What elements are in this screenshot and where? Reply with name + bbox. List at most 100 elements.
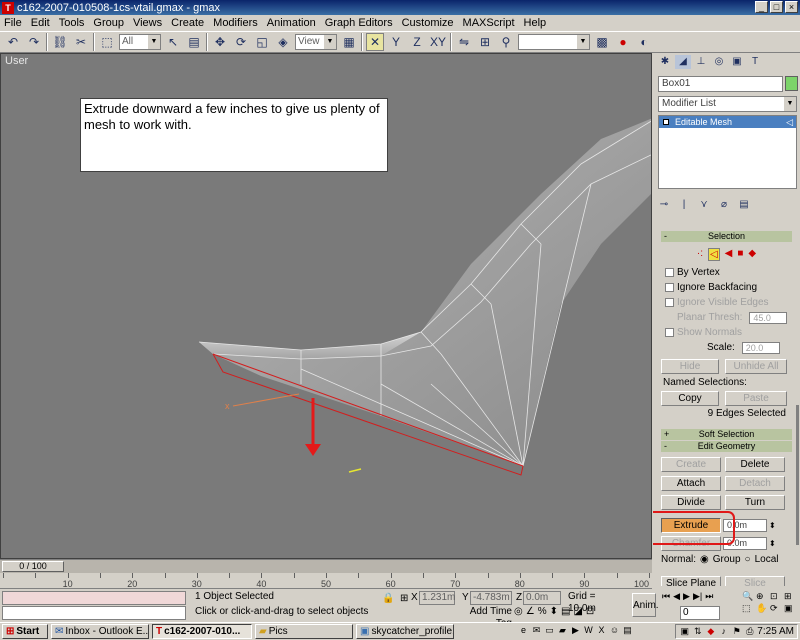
minimize-button[interactable]: _ bbox=[755, 1, 768, 13]
percent-snap-icon[interactable]: % bbox=[538, 606, 547, 617]
configure-sets-icon[interactable]: ▤ bbox=[736, 198, 752, 212]
undo-icon[interactable]: ↶ bbox=[4, 33, 22, 51]
tray-antivirus-icon[interactable]: ◆ bbox=[705, 626, 716, 637]
absolute-mode-icon[interactable]: ⊞ bbox=[400, 593, 408, 604]
time-slider-thumb[interactable]: 0 / 100 bbox=[2, 561, 64, 572]
arc-rotate-icon[interactable]: ⟳ bbox=[770, 603, 783, 614]
paste-button[interactable]: Paste bbox=[725, 391, 787, 406]
select-by-name-icon[interactable]: ▤ bbox=[185, 33, 203, 51]
mirror-icon[interactable]: ⇋ bbox=[455, 33, 473, 51]
ie-icon[interactable]: e bbox=[518, 625, 529, 636]
quick-render-icon[interactable]: ◐ bbox=[635, 33, 653, 51]
polygon-level-icon[interactable]: ■ bbox=[737, 248, 743, 261]
select-object-icon[interactable]: ↖ bbox=[164, 33, 182, 51]
desktop-icon[interactable]: ▭ bbox=[544, 625, 555, 636]
maxscript-mini-listener[interactable] bbox=[2, 606, 186, 620]
move-icon[interactable]: ✥ bbox=[211, 33, 229, 51]
media-icon[interactable]: ▶ bbox=[570, 625, 581, 636]
region-zoom-icon[interactable]: ⬚ bbox=[742, 603, 755, 614]
modify-tab-icon[interactable]: ◢ bbox=[675, 55, 691, 69]
maxscript-listener[interactable] bbox=[2, 591, 186, 605]
explorer-icon[interactable]: ▰ bbox=[557, 625, 568, 636]
rotate-icon[interactable]: ⟳ bbox=[232, 33, 250, 51]
angle-snap-icon[interactable]: ∠ bbox=[526, 606, 535, 617]
selection-lock-icon[interactable]: ◪ bbox=[573, 606, 582, 617]
task-pics[interactable]: ▰ Pics bbox=[255, 624, 353, 639]
current-frame-field[interactable]: 0 bbox=[680, 606, 720, 620]
axis-z-icon[interactable]: Z bbox=[408, 33, 426, 51]
named-selection-dropdown[interactable] bbox=[518, 34, 590, 50]
object-name-field[interactable]: Box01 bbox=[658, 76, 783, 92]
group-radio[interactable]: ◉ bbox=[700, 554, 709, 565]
make-unique-icon[interactable]: ⋎ bbox=[696, 198, 712, 212]
maximize-button[interactable]: □ bbox=[770, 1, 783, 13]
clock[interactable]: 7:25 AM bbox=[757, 626, 794, 637]
snap-icon[interactable]: ⚲ bbox=[497, 33, 515, 51]
create-tab-icon[interactable]: ✱ bbox=[657, 55, 673, 69]
menu-graph-editors[interactable]: Graph Editors bbox=[325, 17, 393, 29]
tray-volume-icon[interactable]: ♪ bbox=[718, 626, 729, 637]
material-editor-icon[interactable]: ▩ bbox=[593, 33, 611, 51]
next-frame-icon[interactable]: ▶| bbox=[693, 591, 702, 602]
pivot-center-icon[interactable]: ▦ bbox=[340, 33, 358, 51]
menu-help[interactable]: Help bbox=[524, 17, 547, 29]
edge-level-icon[interactable]: ◁ bbox=[707, 248, 720, 261]
menu-tools[interactable]: Tools bbox=[59, 17, 85, 29]
axis-xy-constraint-icon[interactable]: ✕ bbox=[366, 33, 384, 51]
link-icon[interactable]: ⛓ bbox=[51, 33, 69, 51]
zoom-all-icon[interactable]: ⊕ bbox=[756, 591, 769, 602]
animate-button[interactable]: Anim. bbox=[632, 593, 659, 617]
utilities-tab-icon[interactable]: T bbox=[747, 55, 763, 69]
add-time-tag[interactable]: Add Time Tag bbox=[450, 606, 512, 629]
planar-thresh-spinner[interactable]: 45.0 bbox=[749, 311, 788, 324]
ignore-visible-edges-checkbox[interactable]: Ignore Visible Edges bbox=[665, 295, 800, 310]
render-icon[interactable]: ● bbox=[614, 33, 632, 51]
task-outlook[interactable]: ✉ Inbox - Outlook E... bbox=[51, 624, 149, 639]
spinner-arrows-icon[interactable]: ⬍ bbox=[769, 521, 776, 530]
divide-button[interactable]: Divide bbox=[661, 495, 721, 510]
coord-system-dropdown[interactable]: View bbox=[295, 34, 337, 50]
axis-xy-icon[interactable]: XY bbox=[429, 33, 447, 51]
go-to-end-icon[interactable]: ⏭ bbox=[705, 591, 713, 602]
detach-button[interactable]: Detach bbox=[725, 476, 785, 491]
attach-button[interactable]: Attach bbox=[661, 476, 721, 491]
align-icon[interactable]: ⊞ bbox=[476, 33, 494, 51]
copy-button[interactable]: Copy bbox=[661, 391, 719, 406]
vertex-level-icon[interactable]: ·: bbox=[697, 248, 703, 261]
play-icon[interactable]: ▶ bbox=[683, 591, 690, 602]
spinner-snap-icon[interactable]: ⬍ bbox=[550, 606, 558, 617]
tray-network-icon[interactable]: ⇅ bbox=[692, 626, 703, 637]
snap-toggle-icon[interactable]: ◎ bbox=[514, 606, 523, 617]
spinner-arrows-icon[interactable]: ⬍ bbox=[769, 539, 776, 548]
menu-modifiers[interactable]: Modifiers bbox=[213, 17, 258, 29]
unhide-all-button[interactable]: Unhide All bbox=[725, 359, 787, 374]
menu-views[interactable]: Views bbox=[133, 17, 162, 29]
menu-file[interactable]: File bbox=[4, 17, 22, 29]
pin-stack-icon[interactable]: ⊸ bbox=[656, 198, 672, 212]
show-end-result-icon[interactable]: | bbox=[676, 198, 692, 212]
local-radio[interactable]: ○ bbox=[745, 554, 751, 565]
zoom-extents-icon[interactable]: ⊡ bbox=[770, 591, 783, 602]
x-coord-field[interactable]: 1.231m bbox=[419, 591, 455, 605]
remove-modifier-icon[interactable]: ⌀ bbox=[716, 198, 732, 212]
menu-create[interactable]: Create bbox=[171, 17, 204, 29]
pan-icon[interactable]: ✋ bbox=[756, 603, 769, 614]
z-coord-field[interactable]: 0.0m bbox=[523, 591, 561, 605]
lock-selection-icon[interactable]: 🔒 bbox=[382, 593, 394, 604]
redo-icon[interactable]: ↷ bbox=[25, 33, 43, 51]
notepad-icon[interactable]: ▤ bbox=[622, 625, 633, 636]
degradation-override-icon[interactable]: ⊡ bbox=[586, 606, 594, 617]
outlook-quick-icon[interactable]: ✉ bbox=[531, 625, 542, 636]
ignore-backfacing-checkbox[interactable]: Ignore Backfacing bbox=[665, 280, 800, 295]
select-region-icon[interactable]: ⬚ bbox=[98, 33, 116, 51]
selection-rollout-header[interactable]: - Selection bbox=[661, 231, 792, 242]
turn-button[interactable]: Turn bbox=[725, 495, 785, 510]
timeline-ruler[interactable]: 10 20 30 40 50 60 70 80 90 100 bbox=[0, 573, 652, 589]
viewport-user[interactable]: User x Extrude downward a few inches to … bbox=[0, 53, 652, 559]
go-to-start-icon[interactable]: ⏮ bbox=[662, 591, 670, 602]
unlink-icon[interactable]: ✂ bbox=[72, 33, 90, 51]
panel-scrollbar[interactable] bbox=[796, 405, 799, 545]
task-skycatcher[interactable]: ▣ skycatcher_profile.... bbox=[356, 624, 454, 639]
show-normals-checkbox[interactable]: Show Normals bbox=[665, 325, 800, 340]
maximize-viewport-icon[interactable]: ▣ bbox=[784, 603, 797, 614]
